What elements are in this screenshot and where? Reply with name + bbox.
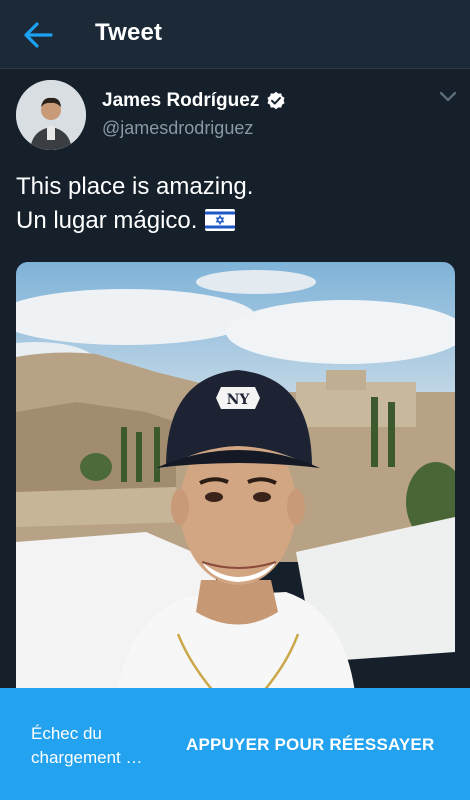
verified-badge-icon (267, 91, 285, 110)
avatar[interactable] (16, 80, 86, 150)
tweet-text-line-2-label: Un lugar mágico. (16, 207, 198, 234)
israel-flag-icon (205, 208, 236, 231)
page-title: Tweet (95, 19, 163, 46)
tweet-text-line-1: This place is amazing. (16, 173, 254, 200)
retry-button[interactable]: APPUYER POUR RÉESSAYER (186, 735, 434, 755)
author-handle[interactable]: @jamesdrodriguez (102, 118, 253, 139)
svg-text:NY: NY (227, 392, 251, 408)
arrow-left-icon[interactable] (22, 20, 54, 50)
snackbar-message: Échec du chargement … (31, 724, 143, 767)
chevron-down-icon[interactable] (436, 88, 460, 106)
tweet-text-line-2: Un lugar mágico. (16, 204, 253, 238)
top-app-bar: Tweet (0, 0, 470, 69)
tweet-image[interactable]: NY (16, 262, 455, 700)
author-name[interactable]: James Rodríguez (102, 90, 259, 112)
author-name-row: James Rodríguez (102, 90, 286, 112)
tweet-text: This place is amazing. Un lugar mágico. (16, 170, 253, 238)
